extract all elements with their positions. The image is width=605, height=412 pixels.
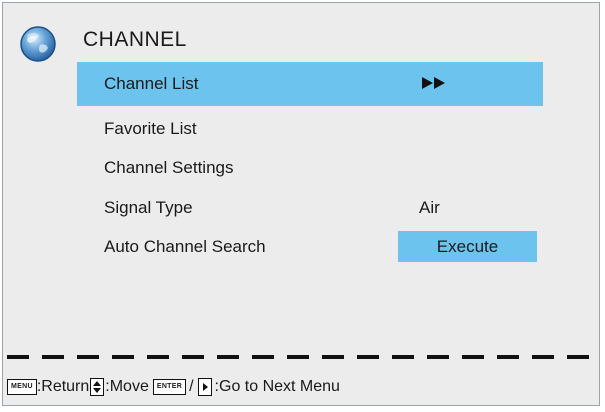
submenu-arrow-icon [422,77,445,89]
menu-item-channel-settings[interactable]: Channel Settings [77,146,543,190]
page-title: CHANNEL [83,28,187,51]
menu-item-label: Auto Channel Search [104,237,266,256]
execute-button[interactable]: Execute [398,231,537,262]
move-hint: :Move [105,378,149,395]
channel-menu-panel: CHANNEL Channel List Favorite List Chann… [2,2,601,406]
enter-key-icon: ENTER [152,379,187,395]
signal-type-value: Air [419,198,440,217]
menu-item-label: Channel Settings [104,158,234,177]
dashed-divider [7,355,601,359]
menu-item-auto-channel-search[interactable]: Auto Channel Search Execute [77,225,543,269]
menu-item-label: Signal Type [104,198,193,217]
menu-item-favorite-list[interactable]: Favorite List [77,107,543,151]
menu-item-channel-list[interactable]: Channel List [77,62,543,106]
return-hint: :Return [36,378,90,395]
menu-header: CHANNEL [19,25,186,63]
menu-key-icon: MENU [7,379,37,395]
slash-separator: / [189,378,194,395]
help-bar: MENU :Return :Move ENTER / :Go to Next M… [7,376,340,398]
right-key-icon [197,378,212,396]
menu-item-signal-type[interactable]: Signal Type Air [77,186,543,230]
menu-item-label: Channel List [104,74,199,93]
globe-icon [20,26,56,62]
menu-item-label: Favorite List [104,119,197,138]
up-down-key-icon [90,378,105,396]
next-menu-hint: :Go to Next Menu [214,378,340,395]
